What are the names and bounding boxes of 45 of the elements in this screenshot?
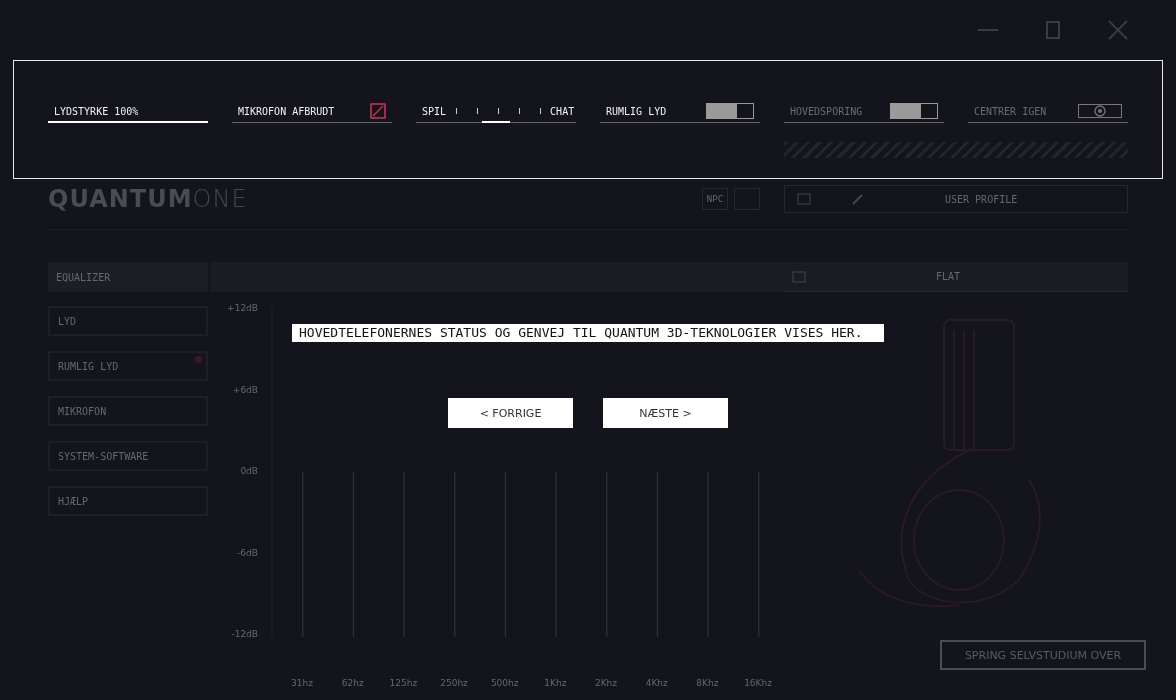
minimize-icon[interactable] bbox=[978, 28, 998, 32]
sidebar-item[interactable]: HJÆLP bbox=[48, 486, 208, 516]
sidebar-item[interactable]: RUMLIG LYD bbox=[48, 351, 208, 381]
axis-label: 8Khz bbox=[696, 678, 719, 688]
toggle-switch[interactable] bbox=[706, 103, 754, 119]
volume-label: LYDSTYRKE 100% bbox=[54, 105, 139, 117]
tick-marks-icon bbox=[454, 107, 543, 115]
axis-label: -12dB bbox=[231, 629, 258, 639]
preset-selector[interactable]: FLAT bbox=[784, 262, 1128, 292]
save-icon[interactable] bbox=[797, 193, 811, 205]
axis-label: -6dB bbox=[237, 547, 258, 558]
axis-label: 0dB bbox=[240, 466, 258, 476]
maximize-icon[interactable] bbox=[1046, 21, 1060, 39]
chat-label: CHAT bbox=[550, 105, 575, 117]
axis-label: +6dB bbox=[232, 384, 258, 395]
sidebar-item[interactable]: MIKROFON bbox=[48, 396, 208, 426]
sidebar-item[interactable]: SYSTEM-SOFTWARE bbox=[48, 441, 208, 471]
axis-label: 1Khz bbox=[544, 678, 567, 688]
axis-label: 31hz bbox=[291, 678, 313, 688]
mic-label: MIKROFON AFBRUDT bbox=[238, 105, 335, 117]
axis-label: 4Khz bbox=[645, 678, 668, 688]
axis-label: 62hz bbox=[341, 678, 364, 688]
tutorial-message: HOVEDTELEFONERNES STATUS OG GENVEJ TIL QUANTUM 3D-TEKNOLOGIER VISES HER. bbox=[292, 324, 884, 342]
sidebar-header: EQUALIZER bbox=[48, 262, 208, 292]
npc-button[interactable]: NPC bbox=[702, 188, 728, 210]
close-icon[interactable] bbox=[1108, 20, 1128, 40]
axis-label: +12dB bbox=[227, 303, 258, 313]
sidebar-item[interactable]: LYD bbox=[48, 306, 208, 336]
toggle-label: RUMLIG LYD bbox=[606, 105, 667, 117]
save-icon[interactable] bbox=[792, 270, 806, 283]
next-button[interactable]: NÆSTE > bbox=[603, 398, 728, 428]
skip-tutorial-button[interactable]: SPRING SELVSTUDIUM OVER bbox=[940, 640, 1146, 670]
recenter-label: CENTRER IGEN bbox=[974, 105, 1047, 117]
previous-button[interactable]: < FORRIGE bbox=[448, 398, 573, 428]
pencil-icon[interactable] bbox=[851, 192, 865, 206]
axis-label: 16Khz bbox=[744, 678, 772, 688]
toggle-label: HOVEDSPORING bbox=[790, 105, 863, 117]
game-label: SPIL bbox=[422, 105, 447, 117]
axis-label: 125hz bbox=[389, 678, 418, 688]
mic-muted-icon[interactable] bbox=[370, 103, 386, 119]
axis-label: 500hz bbox=[490, 678, 519, 688]
axis-label: 2Khz bbox=[595, 678, 618, 688]
profile-selector[interactable]: USER PROFILE bbox=[784, 185, 1128, 213]
target-icon bbox=[1094, 105, 1106, 117]
axis-label: 250hz bbox=[440, 678, 468, 688]
